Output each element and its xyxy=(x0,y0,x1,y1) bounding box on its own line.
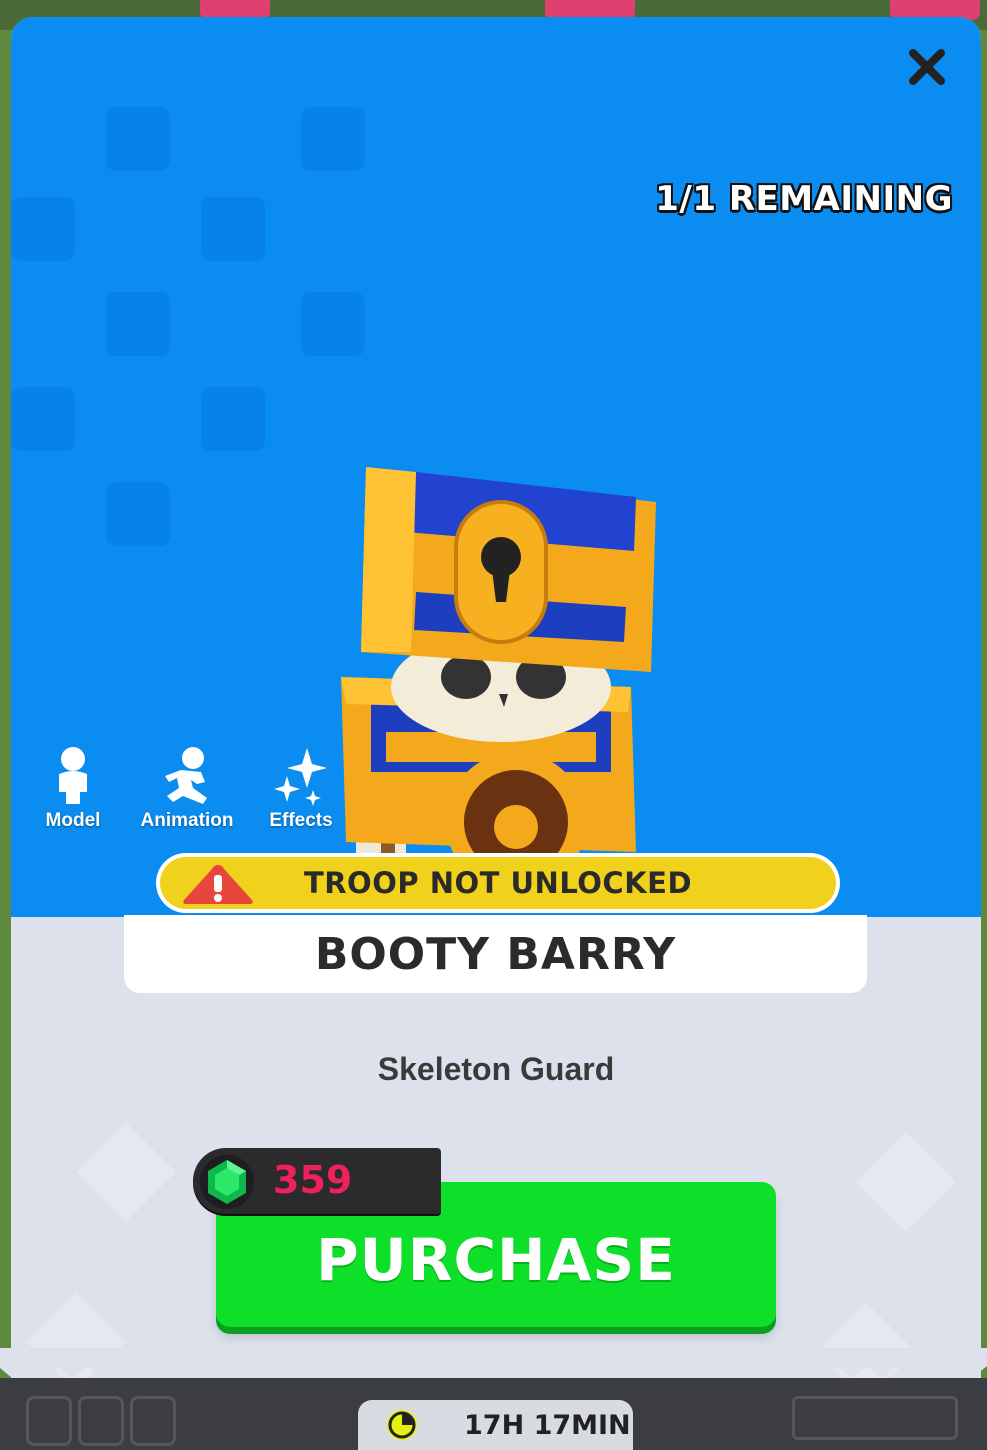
remaining-count: 1/1 REMAINING xyxy=(655,179,953,219)
price-value: 359 xyxy=(273,1158,353,1202)
warning-text: TROOP NOT UNLOCKED xyxy=(303,866,693,900)
model-label: Model xyxy=(45,810,101,831)
upgrade-arrows-icon[interactable] xyxy=(78,1396,124,1446)
effects-label: Effects xyxy=(269,810,333,831)
animation-view-button[interactable]: Animation xyxy=(139,744,235,832)
face-icon[interactable] xyxy=(130,1396,176,1446)
close-button[interactable] xyxy=(905,45,949,89)
price-tag: 359 xyxy=(193,1148,441,1214)
torn-edge-divider xyxy=(0,1348,987,1378)
running-person-icon xyxy=(165,747,207,804)
barcode-icon xyxy=(792,1396,958,1440)
troop-character-illustration xyxy=(341,467,656,872)
model-view-button[interactable]: Model xyxy=(25,744,121,832)
hero-preview-area: 1/1 REMAINING Model Animation Effects xyxy=(11,17,981,917)
recycle-icon[interactable] xyxy=(26,1396,72,1446)
preview-mode-toolbar: Model Animation Effects xyxy=(25,744,349,832)
person-icon xyxy=(59,747,87,804)
close-icon xyxy=(909,49,945,85)
effects-view-button[interactable]: Effects xyxy=(253,744,349,832)
purchase-label: PURCHASE xyxy=(316,1225,676,1294)
shop-offer-modal: 1/1 REMAINING Model Animation Effects TR… xyxy=(11,17,981,1450)
timer-text: 17H 17MIN xyxy=(464,1409,631,1441)
offer-timer: 17H 17MIN xyxy=(358,1400,633,1450)
green-gem-icon xyxy=(200,1155,254,1209)
troop-type: Skeleton Guard xyxy=(377,1051,615,1087)
sparkles-icon xyxy=(274,748,327,806)
animation-label: Animation xyxy=(140,810,234,831)
clock-icon xyxy=(387,1410,417,1440)
troop-name: BOOTY BARRY xyxy=(124,915,867,993)
troop-locked-warning: TROOP NOT UNLOCKED xyxy=(156,853,840,913)
